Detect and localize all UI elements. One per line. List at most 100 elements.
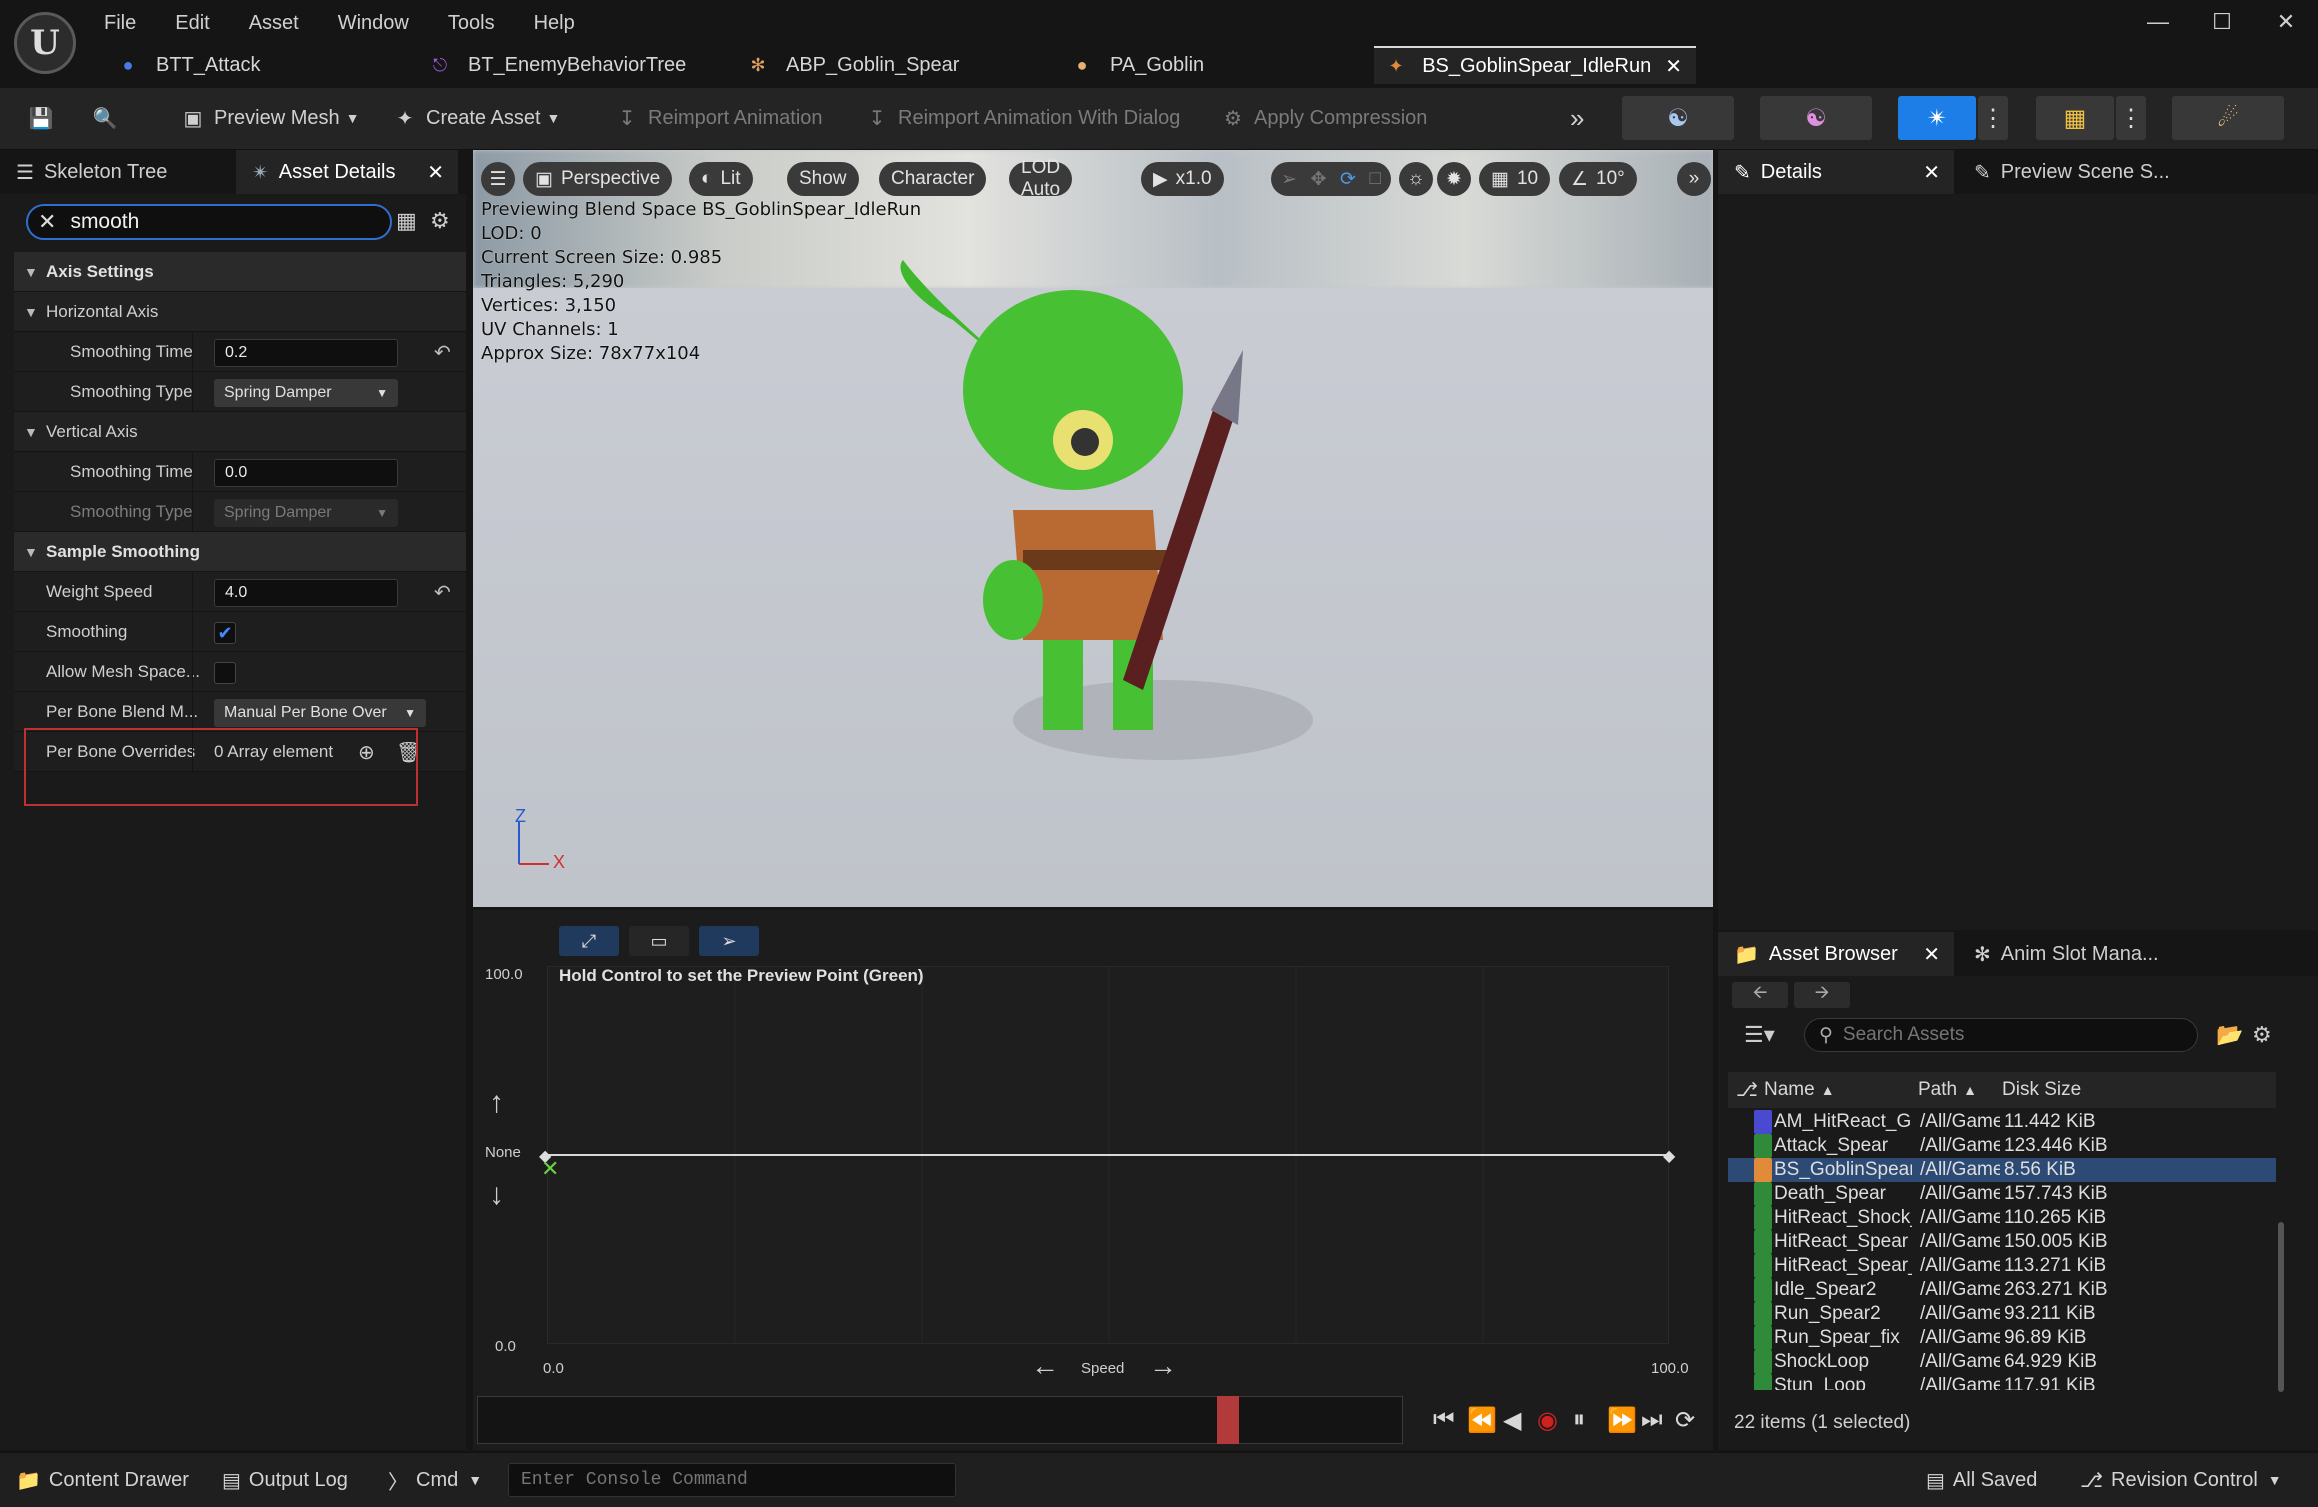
asset-row[interactable]: AM_HitReact_GoblinS/All/Game/A11.442 KiB — [1728, 1110, 2276, 1134]
mesh-mode-button[interactable]: ☯ — [1760, 96, 1872, 140]
category-vertical-axis[interactable]: ▼ Vertical Axis — [14, 412, 466, 452]
category-horizontal-axis[interactable]: ▼ Horizontal Axis — [14, 292, 466, 332]
menu-edit[interactable]: Edit — [175, 12, 209, 35]
pause-icon[interactable]: ⏸ — [1573, 1406, 1585, 1434]
animation-mode-options-icon[interactable]: ⋮ — [1978, 96, 2008, 140]
allow-mesh-space-checkbox[interactable] — [214, 662, 236, 684]
smoothing-checkbox[interactable]: ✔ — [214, 622, 236, 644]
reset-to-default-icon[interactable]: ↶ — [434, 340, 451, 365]
timeline-scrubber[interactable] — [477, 1396, 1403, 1444]
camera-icon[interactable]: ☼ — [1399, 162, 1433, 196]
blueprint-mode-options-icon[interactable]: ⋮ — [2116, 96, 2146, 140]
add-element-icon[interactable]: ⊕ — [358, 740, 375, 765]
step-forward-icon[interactable]: ⏩ — [1607, 1406, 1637, 1435]
asset-row[interactable]: Run_Spear2/All/Game/A93.211 KiB — [1728, 1302, 2276, 1326]
lit-button[interactable]: ◐ Lit — [689, 162, 753, 196]
preview-mesh-button[interactable]: ▣ Preview Mesh ▼ — [180, 98, 360, 138]
viewport-overflow-icon[interactable]: » — [1677, 162, 1711, 196]
fit-view-icon[interactable]: ⤢ — [559, 926, 619, 956]
viewport-menu-icon[interactable]: ☰ — [481, 162, 515, 196]
overflow-chevron-icon[interactable]: » — [1570, 98, 1584, 138]
browse-icon[interactable]: 🔍 — [92, 98, 126, 138]
column-name[interactable]: Name ▲ — [1764, 1072, 1835, 1108]
minimize-icon[interactable]: — — [2126, 0, 2190, 44]
details-search-input[interactable] — [70, 210, 351, 234]
create-asset-button[interactable]: ✦ Create Asset ▼ — [392, 98, 561, 138]
table-view-icon[interactable]: ▦ — [396, 208, 417, 234]
animation-mode-button[interactable]: ✴ — [1898, 96, 1976, 140]
doc-tab-abp-goblin[interactable]: ✻ ABP_Goblin_Spear — [734, 46, 973, 84]
surface-snap-icon[interactable]: ✹ — [1437, 162, 1471, 196]
v-smoothing-time-field[interactable]: 0.0 — [214, 459, 398, 487]
reimport-dialog-button[interactable]: ↧ Reimport Animation With Dialog — [864, 98, 1181, 138]
asset-row[interactable]: Idle_Spear2/All/Game/A263.271 KiB — [1728, 1278, 2276, 1302]
preview-viewport[interactable]: ☰ ▣ Perspective ◐ Lit Show Character LOD… — [473, 150, 1713, 907]
loop-icon[interactable]: ⟳ — [1675, 1406, 1695, 1435]
skip-to-end-icon[interactable]: ⏭ — [1641, 1406, 1663, 1434]
doc-tab-pa-goblin[interactable]: ● PA_Goblin — [1058, 46, 1218, 84]
playback-speed-button[interactable]: ▶ x1.0 — [1141, 162, 1224, 196]
perspective-button[interactable]: ▣ Perspective — [523, 162, 673, 196]
column-disk-size[interactable]: Disk Size — [2002, 1072, 2081, 1108]
apply-compression-button[interactable]: ⚙ Apply Compression — [1220, 98, 1427, 138]
asset-search-input[interactable] — [1842, 1024, 2163, 1046]
output-log-button[interactable]: ▤ Output Log — [222, 1465, 348, 1495]
reset-to-default-icon[interactable]: ↶ — [434, 580, 451, 605]
clear-search-icon[interactable]: ✕ — [38, 209, 56, 235]
blueprint-mode-button[interactable]: ▦ — [2036, 96, 2114, 140]
menu-asset[interactable]: Asset — [249, 12, 299, 35]
tab-skeleton-tree[interactable]: ☰ Skeleton Tree — [0, 150, 232, 194]
asset-row[interactable]: Death_Spear/All/Game/A157.743 KiB — [1728, 1182, 2276, 1206]
filter-icon[interactable]: ☰▾ — [1744, 1022, 1775, 1048]
close-tab-icon[interactable]: ✕ — [1923, 942, 1940, 967]
settings-gear-icon[interactable]: ⚙ — [2252, 1022, 2272, 1048]
folder-open-icon[interactable]: 📂 — [2216, 1022, 2243, 1048]
tab-asset-browser[interactable]: 📁 Asset Browser ✕ — [1718, 932, 1954, 976]
save-icon[interactable]: 💾 — [28, 98, 62, 138]
asset-row[interactable]: Run_Spear_fix/All/Game/A96.89 KiB — [1728, 1326, 2276, 1350]
menu-tools[interactable]: Tools — [448, 12, 495, 35]
tab-anim-slot-manager[interactable]: ✻ Anim Slot Mana... — [1958, 932, 2218, 976]
scale-icon[interactable]: □ — [1370, 168, 1381, 190]
revision-control-button[interactable]: ⎇ Revision Control ▼ — [2080, 1465, 2282, 1495]
reimport-animation-button[interactable]: ↧ Reimport Animation — [614, 98, 823, 138]
playhead[interactable] — [1217, 1396, 1239, 1444]
menu-window[interactable]: Window — [338, 12, 409, 35]
asset-row[interactable]: BS_GoblinSpear_IdleR/All/Game/A8.56 KiB — [1728, 1158, 2276, 1182]
column-path[interactable]: Path ▲ — [1918, 1072, 1977, 1108]
h-smoothing-time-field[interactable]: 0.2 — [214, 339, 398, 367]
menu-file[interactable]: File — [104, 12, 136, 35]
close-tab-icon[interactable]: ✕ — [1923, 160, 1940, 185]
lod-button[interactable]: LOD Auto — [1009, 157, 1073, 200]
content-drawer-button[interactable]: 📁 Content Drawer — [16, 1465, 189, 1495]
tab-preview-scene[interactable]: ✎ Preview Scene S... — [1958, 150, 2218, 194]
tab-asset-details[interactable]: ✴ Asset Details ✕ — [236, 150, 458, 194]
close-window-icon[interactable]: ✕ — [2254, 0, 2318, 44]
select-icon[interactable]: ➢ — [1281, 168, 1297, 191]
forward-arrow-icon[interactable]: 🡪 — [1794, 982, 1850, 1008]
skeleton-mode-button[interactable]: ☯ — [1622, 96, 1734, 140]
asset-row[interactable]: HitReact_Shock_Loop/All/Game/A110.265 Ki… — [1728, 1206, 2276, 1230]
asset-row[interactable]: Stun_Loop/All/Game/A 117.91 KiB — [1728, 1374, 2276, 1390]
record-icon[interactable]: ◉ — [1537, 1406, 1558, 1435]
close-tab-icon[interactable]: ✕ — [1665, 54, 1682, 79]
show-animation-names-icon[interactable]: ➢ — [699, 926, 759, 956]
play-reverse-icon[interactable]: ◀ — [1503, 1406, 1521, 1435]
close-tab-icon[interactable]: ✕ — [427, 160, 444, 185]
settings-gear-icon[interactable]: ⚙ — [430, 208, 450, 234]
h-smoothing-type-dropdown[interactable]: Spring Damper ▼ — [214, 379, 398, 407]
cmd-dropdown[interactable]: 〉 Cmd ▼ — [388, 1465, 482, 1495]
weight-speed-field[interactable]: 4.0 — [214, 579, 398, 607]
per-bone-blend-dropdown[interactable]: Manual Per Bone Over ▼ — [214, 699, 426, 727]
doc-tab-bt-enemy[interactable]: ⎋ BT_EnemyBehaviorTree — [416, 46, 700, 84]
show-button[interactable]: Show — [787, 162, 859, 196]
rotate-icon[interactable]: ⟳ — [1340, 168, 1356, 191]
back-arrow-icon[interactable]: 🡨 — [1732, 982, 1788, 1008]
category-sample-smoothing[interactable]: ▼ Sample Smoothing — [14, 532, 466, 572]
doc-tab-btt-attack[interactable]: ● BTT_Attack — [104, 46, 274, 84]
asset-row[interactable]: HitReact_Spear/All/Game/A150.005 KiB — [1728, 1230, 2276, 1254]
category-axis-settings[interactable]: ▼ Axis Settings — [14, 252, 466, 292]
physics-mode-button[interactable]: ☄ — [2172, 96, 2284, 140]
delete-icon[interactable]: 🗑 — [396, 740, 421, 765]
menu-help[interactable]: Help — [534, 12, 575, 35]
